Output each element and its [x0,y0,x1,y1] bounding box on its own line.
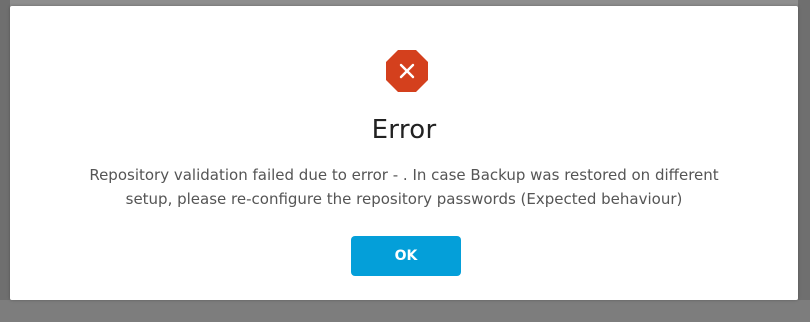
error-x-octagon-icon [386,50,428,92]
error-dialog: Error Repository validation failed due t… [10,6,798,300]
backdrop-strip [0,300,810,322]
dialog-title: Error [371,115,437,145]
dialog-message: Repository validation failed due to erro… [50,163,758,211]
ok-button[interactable]: OK [351,236,461,276]
backdrop-edge-right [798,0,810,322]
dialog-message-line-2: setup, please re-configure the repositor… [125,190,683,208]
dialog-message-line-1: Repository validation failed due to erro… [89,166,719,184]
backdrop-edge-left [0,0,10,322]
